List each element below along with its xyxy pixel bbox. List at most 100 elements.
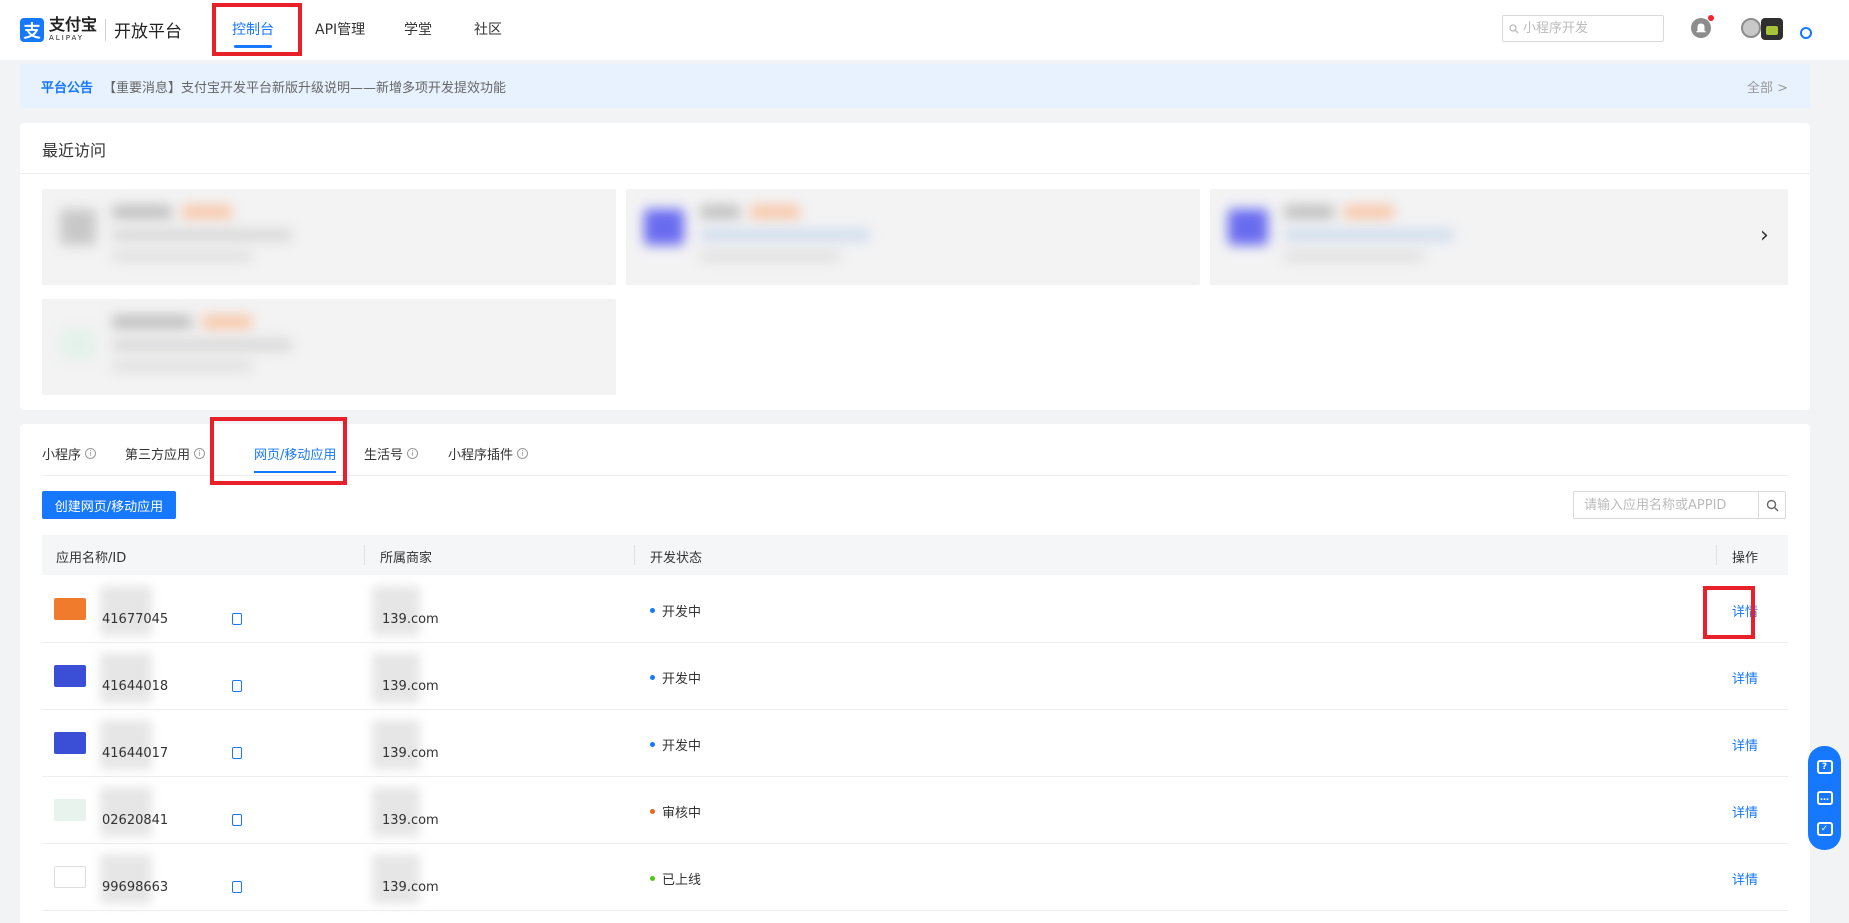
redacted-merchant [372,787,420,837]
redacted-app-name [100,787,152,837]
redacted-merchant [372,720,420,770]
floating-help-bar: ? … ✓ [1808,746,1841,850]
table-row: 41644018 139.com 开发中 详情 [42,643,1788,710]
app-id: 41644017 [102,746,169,761]
app-id: 41677045 [102,612,169,627]
app-id: 41644018 [102,679,169,694]
mascot-avatar-icon[interactable] [1761,18,1783,40]
recent-card[interactable] [626,189,1200,285]
table-row: 41644017 139.com 开发中 详情 [42,710,1788,777]
nav-console[interactable]: 控制台 [232,0,274,60]
notice-link[interactable]: 【重要消息】支付宝开发平台新版升级说明——新增多项开发提效功能 [103,77,506,96]
table-header: 应用名称/ID 所属商家 开发状态 操作 [42,535,1788,575]
copy-icon[interactable] [232,680,242,692]
status-badge: 审核中 [650,802,701,821]
app-type-tabs: 小程序 i 第三方应用 i 网页/移动应用 生活号 i 小程序插件 i [42,424,1788,476]
bell-icon[interactable] [1691,18,1711,38]
app-search-button[interactable] [1758,491,1786,519]
status-text: 开发中 [662,739,702,754]
copy-icon[interactable] [232,814,242,826]
copy-icon[interactable] [232,613,242,625]
chat-icon[interactable]: … [1816,790,1833,805]
nav-academy[interactable]: 学堂 [404,0,432,60]
top-search-box[interactable] [1502,15,1664,42]
status-dot [650,675,655,680]
redacted-merchant [372,854,420,904]
status-badge: 已上线 [650,869,701,888]
tab-web-mobile-app[interactable]: 网页/移动应用 [254,444,337,473]
merchant-name: 139.com [382,679,439,694]
recent-next-arrow[interactable]: › [1760,223,1769,248]
logo-cn-text: 支付宝 [49,15,98,34]
status-text: 已上线 [662,873,702,888]
recent-card[interactable] [1210,189,1788,285]
column-header: 操作 [1732,551,1759,566]
redacted-app-name [100,720,152,770]
nav-api-management[interactable]: API管理 [315,0,365,60]
logo-en-text: ALIPAY [49,34,85,42]
app-thumbnail [54,732,86,754]
app-thumbnail [54,598,86,620]
search-icon [1509,23,1519,33]
detail-link[interactable]: 详情 [1732,601,1758,620]
top-navigation: 支 支付宝 ALIPAY 开放平台 控制台 API管理 学堂 社区 [0,0,1849,60]
table-row: 41677045 139.com 开发中 详情 [42,576,1788,643]
recent-card[interactable] [42,299,616,395]
status-dot [650,876,655,881]
status-text: 开发中 [662,605,702,620]
platform-notice-bar: 平台公告 【重要消息】支付宝开发平台新版升级说明——新增多项开发提效功能 全部 … [20,64,1810,108]
redacted-app-name [100,586,152,636]
tab-mini-program-plugin[interactable]: 小程序插件 i [448,444,529,463]
question-icon[interactable]: ? [1816,760,1833,775]
alipay-logo-icon: 支 [20,17,44,42]
logo-divider [105,18,107,41]
divider [20,173,1810,174]
notification-dot [1708,15,1714,21]
detail-link[interactable]: 详情 [1732,869,1758,888]
status-badge: 开发中 [650,601,701,620]
alipay-logo[interactable]: 支 支付宝 ALIPAY 开放平台 [20,17,182,42]
copy-icon[interactable] [232,747,242,759]
detail-link[interactable]: 详情 [1732,802,1758,821]
notice-all-link[interactable]: 全部 > [1747,77,1788,96]
merchant-name: 139.com [382,813,439,828]
create-web-mobile-app-button[interactable]: 创建网页/移动应用 [42,491,176,519]
app-list-panel: 小程序 i 第三方应用 i 网页/移动应用 生活号 i 小程序插件 i 创建网页/移动应… [20,424,1810,923]
status-dot [650,809,655,814]
status-text: 审核中 [662,806,702,821]
info-icon: i [85,448,97,459]
info-icon: i [194,448,206,459]
tab-life-account[interactable]: 生活号 i [364,444,419,463]
merchant-name: 139.com [382,880,439,895]
app-search-input[interactable] [1573,491,1759,519]
redacted-app-name [100,854,152,904]
feedback-mail-icon[interactable]: ✓ [1816,821,1833,836]
detail-link[interactable]: 详情 [1732,668,1758,687]
merchant-name: 139.com [382,612,439,627]
recent-card[interactable] [42,189,616,285]
info-icon: i [517,448,529,459]
detail-link[interactable]: 详情 [1732,735,1758,754]
settings-icon[interactable] [1800,27,1812,39]
recent-visits-panel: 最近访问 › [20,123,1810,410]
search-icon [1766,499,1778,511]
user-avatar[interactable] [1741,18,1761,38]
top-search-input[interactable] [1523,21,1653,36]
table-row: 99698663 139.com 已上线 详情 [42,844,1788,911]
status-badge: 开发中 [650,668,701,687]
nav-community[interactable]: 社区 [474,0,502,60]
app-id: 02620841 [102,813,169,828]
tab-mini-program[interactable]: 小程序 i [42,444,97,463]
app-thumbnail [54,866,86,888]
status-text: 开发中 [662,672,702,687]
redacted-app-name [100,653,152,703]
redacted-merchant [372,653,420,703]
copy-icon[interactable] [232,881,242,893]
redacted-merchant [372,586,420,636]
table-row: 02620841 139.com 审核中 详情 [42,777,1788,844]
status-dot [650,608,655,613]
platform-name: 开放平台 [114,22,183,42]
tab-third-party-app[interactable]: 第三方应用 i [125,444,206,463]
column-header: 所属商家 [380,551,433,566]
merchant-name: 139.com [382,746,439,761]
